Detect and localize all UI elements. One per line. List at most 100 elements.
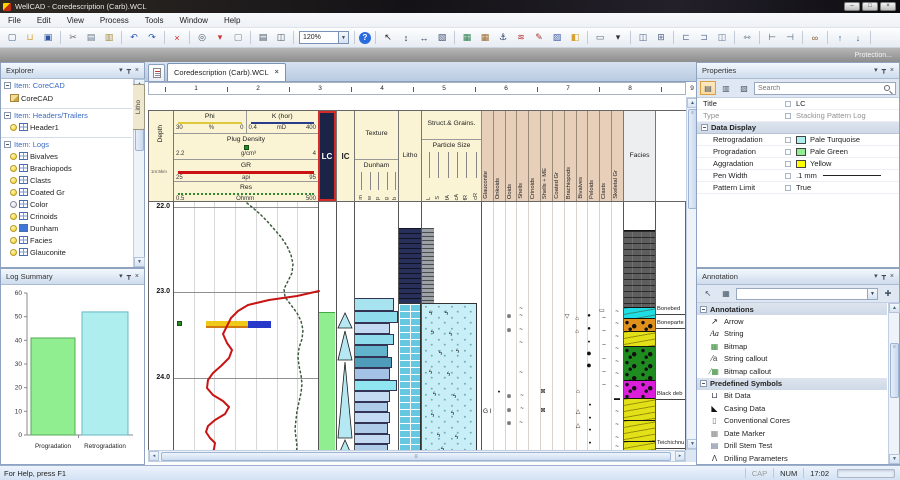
page-setup-icon[interactable]: ▭ — [592, 30, 608, 46]
annotation-group-annotations[interactable]: Annotations — [697, 303, 887, 315]
close-icon[interactable]: × — [890, 64, 894, 78]
annotation-item-string-callout[interactable]: ⁄aString callout — [697, 353, 887, 366]
insert-left-icon[interactable]: ⊏ — [678, 30, 694, 46]
property-row-title[interactable]: TitleLC — [697, 98, 899, 110]
explorer-item-bivalves[interactable]: Bivalves — [1, 150, 132, 162]
lc-column-header[interactable]: LC — [318, 111, 336, 201]
scroll-down-icon[interactable]: ▼ — [134, 257, 145, 267]
panel-menu-icon[interactable]: ▾ — [119, 64, 123, 78]
crossplot-icon[interactable]: ≋ — [513, 30, 529, 46]
annotation-item-bitmap[interactable]: ▦Bitmap — [697, 340, 887, 353]
explorer-item-color[interactable]: Color — [1, 198, 132, 210]
explorer-group-0[interactable]: Item: CoreCAD — [1, 79, 132, 92]
new-symbol-button[interactable]: ✚ — [880, 287, 896, 301]
document-icon-tab[interactable] — [148, 64, 165, 81]
explorer-item-glauconite[interactable]: Glauconite — [1, 246, 132, 258]
scroll-right-icon[interactable]: ▸ — [675, 451, 685, 461]
symbol-table-button[interactable]: ▦ — [718, 287, 734, 301]
annotation-item-bitmap-callout[interactable]: ⁄▦Bitmap callout — [697, 365, 887, 378]
window-split-icon[interactable]: ◫ — [635, 30, 651, 46]
link-icon[interactable]: ∞ — [807, 30, 823, 46]
paste-icon[interactable]: ▥ — [101, 30, 117, 46]
explorer-item-dunham[interactable]: Dunham — [1, 222, 132, 234]
scroll-up-icon[interactable]: ▲ — [889, 303, 900, 313]
page-setup-arrow-icon[interactable]: ▾ — [610, 30, 626, 46]
explorer-item-header1[interactable]: Header1 — [1, 121, 132, 133]
help-icon[interactable]: ? — [359, 32, 371, 44]
distribute-icon[interactable]: ⇿ — [739, 30, 755, 46]
annotation-item-drilling-parameters[interactable]: ΛDrilling Parameters — [697, 452, 887, 464]
bucket-icon[interactable]: ◧ — [567, 30, 583, 46]
pin-icon[interactable]: ┳ — [882, 270, 886, 284]
scroll-thumb[interactable]: ≡ — [161, 452, 671, 461]
pin-right-icon[interactable]: ⊣ — [782, 30, 798, 46]
menu-item-help[interactable]: Help — [216, 13, 248, 28]
ic-column-header[interactable]: IC — [336, 111, 354, 201]
explorer-group-2[interactable]: Item: Logs — [1, 137, 132, 150]
search-input[interactable] — [755, 85, 884, 92]
minimize-button[interactable]: – — [844, 2, 860, 11]
property-row-retrogradation[interactable]: RetrogradationPale Turquoise — [697, 134, 899, 146]
insert-right-icon[interactable]: ⊐ — [696, 30, 712, 46]
property-row-pen-width[interactable]: Pen Width.1 mm — [697, 170, 899, 182]
anchor-icon[interactable]: ⚓ — [495, 30, 511, 46]
sort-down-icon[interactable]: ↓ — [850, 30, 866, 46]
table-edit-icon[interactable]: ▦ — [477, 30, 493, 46]
table-icon[interactable]: ▦ — [459, 30, 475, 46]
fit-height-icon[interactable]: ↕ — [398, 30, 414, 46]
close-button[interactable]: × — [880, 2, 896, 11]
close-icon[interactable]: × — [135, 270, 139, 284]
property-row-pattern-limit[interactable]: Pattern LimitTrue — [697, 182, 899, 194]
draw-icon[interactable]: ✎ — [531, 30, 547, 46]
explorer-item-facies[interactable]: Facies — [1, 234, 132, 246]
annotation-item-date-marker[interactable]: ▦Date Marker — [697, 427, 887, 440]
explorer-group-1[interactable]: Item: Headers/Trailers — [1, 108, 132, 121]
close-icon[interactable]: × — [890, 270, 894, 284]
explorer-item-coated-gr[interactable]: Coated Gr — [1, 186, 132, 198]
zoom-value[interactable]: 120% — [299, 31, 339, 44]
pin-icon[interactable]: ┳ — [882, 64, 886, 78]
menu-item-tools[interactable]: Tools — [137, 13, 172, 28]
print-preview-icon[interactable]: ◫ — [273, 30, 289, 46]
alphabetical-view-button[interactable]: ▥ — [718, 81, 734, 95]
cut-icon[interactable]: ✂ — [65, 30, 81, 46]
annotation-group-predefined-symbols[interactable]: Predefined Symbols — [697, 378, 887, 390]
pin-left-icon[interactable]: ⊢ — [764, 30, 780, 46]
property-row-progradation[interactable]: ProgradationPale Green — [697, 146, 899, 158]
collapse-icon[interactable] — [700, 306, 707, 313]
annotation-item-bit-data[interactable]: ⊔Bit Data — [697, 390, 887, 403]
panel-menu-icon[interactable]: ▾ — [119, 270, 123, 284]
annotation-scrollbar[interactable]: ▲ ▼ ≡ — [888, 303, 899, 464]
zoom-combo[interactable]: 120%▼ — [299, 31, 349, 44]
panel-menu-icon[interactable]: ▾ — [874, 270, 878, 284]
menu-item-file[interactable]: File — [0, 13, 29, 28]
collapse-icon[interactable] — [4, 112, 11, 119]
chevron-down-icon[interactable]: ▼ — [867, 289, 877, 299]
open-icon[interactable]: ⊔ — [22, 30, 38, 46]
annotation-item-arrow[interactable]: ↗Arrow — [697, 315, 887, 328]
scroll-thumb[interactable]: ≡ — [890, 343, 899, 398]
property-row-type[interactable]: TypeStacking Pattern Log — [697, 110, 899, 122]
collapsed-panel-tab[interactable]: Litho — [133, 84, 145, 130]
categorized-view-button[interactable]: ▤ — [700, 81, 716, 95]
chevron-down-icon[interactable]: ▼ — [339, 31, 349, 44]
menu-item-edit[interactable]: Edit — [29, 13, 59, 28]
close-icon[interactable]: × — [135, 64, 139, 78]
annotation-item-conventional-cores[interactable]: ▯Conventional Cores — [697, 415, 887, 428]
explorer-item-clasts[interactable]: Clasts — [1, 174, 132, 186]
document-tab[interactable]: Coredescription (Carb).WCL × — [167, 63, 286, 81]
tab-close-icon[interactable]: × — [275, 69, 279, 76]
annotation-combo[interactable]: ▼ — [736, 288, 878, 300]
maximize-button[interactable]: □ — [862, 2, 878, 11]
collapse-icon[interactable] — [700, 380, 707, 387]
pin-icon[interactable]: ┳ — [127, 64, 131, 78]
scroll-left-icon[interactable]: ◂ — [149, 451, 159, 461]
undo-icon[interactable]: ↶ — [126, 30, 142, 46]
copy-icon[interactable]: ▤ — [83, 30, 99, 46]
annotation-item-casing-data[interactable]: ◣Casing Data — [697, 402, 887, 415]
property-row-aggradation[interactable]: AggradationYellow — [697, 158, 899, 170]
explorer-item-crinoids[interactable]: Crinoids — [1, 210, 132, 222]
menu-item-process[interactable]: Process — [92, 13, 137, 28]
save-icon[interactable]: ▣ — [40, 30, 56, 46]
menu-item-view[interactable]: View — [59, 13, 92, 28]
